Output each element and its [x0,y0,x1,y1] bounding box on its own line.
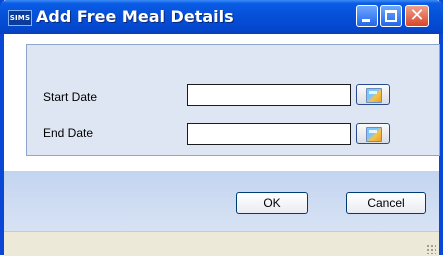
dialog-window: SIMS Add Free Meal Details ✕ Start Date … [0,0,443,256]
dialog-body: Start Date End Date OK Cancel [4,34,440,256]
resize-grip-icon[interactable] [426,244,436,254]
end-date-calendar-button[interactable] [356,123,390,144]
title-bar[interactable]: SIMS Add Free Meal Details ✕ [0,0,443,34]
close-button[interactable]: ✕ [405,5,429,27]
calendar-icon [366,88,382,103]
date-panel: Start Date End Date [26,44,440,156]
minimize-icon [362,19,370,22]
ok-button[interactable]: OK [236,192,308,214]
end-date-label: End Date [43,126,94,140]
minimize-button[interactable] [356,5,378,27]
start-date-calendar-button[interactable] [356,84,390,105]
maximize-button[interactable] [380,5,402,27]
window-title: Add Free Meal Details [36,7,234,26]
app-logo-icon: SIMS [8,10,32,26]
start-date-input[interactable] [187,84,351,106]
maximize-icon [385,10,397,22]
status-bar [4,231,439,256]
calendar-icon [366,127,382,142]
cancel-button[interactable]: Cancel [346,192,426,214]
end-date-input[interactable] [187,123,351,145]
close-icon: ✕ [409,5,425,26]
start-date-label: Start Date [43,90,98,104]
